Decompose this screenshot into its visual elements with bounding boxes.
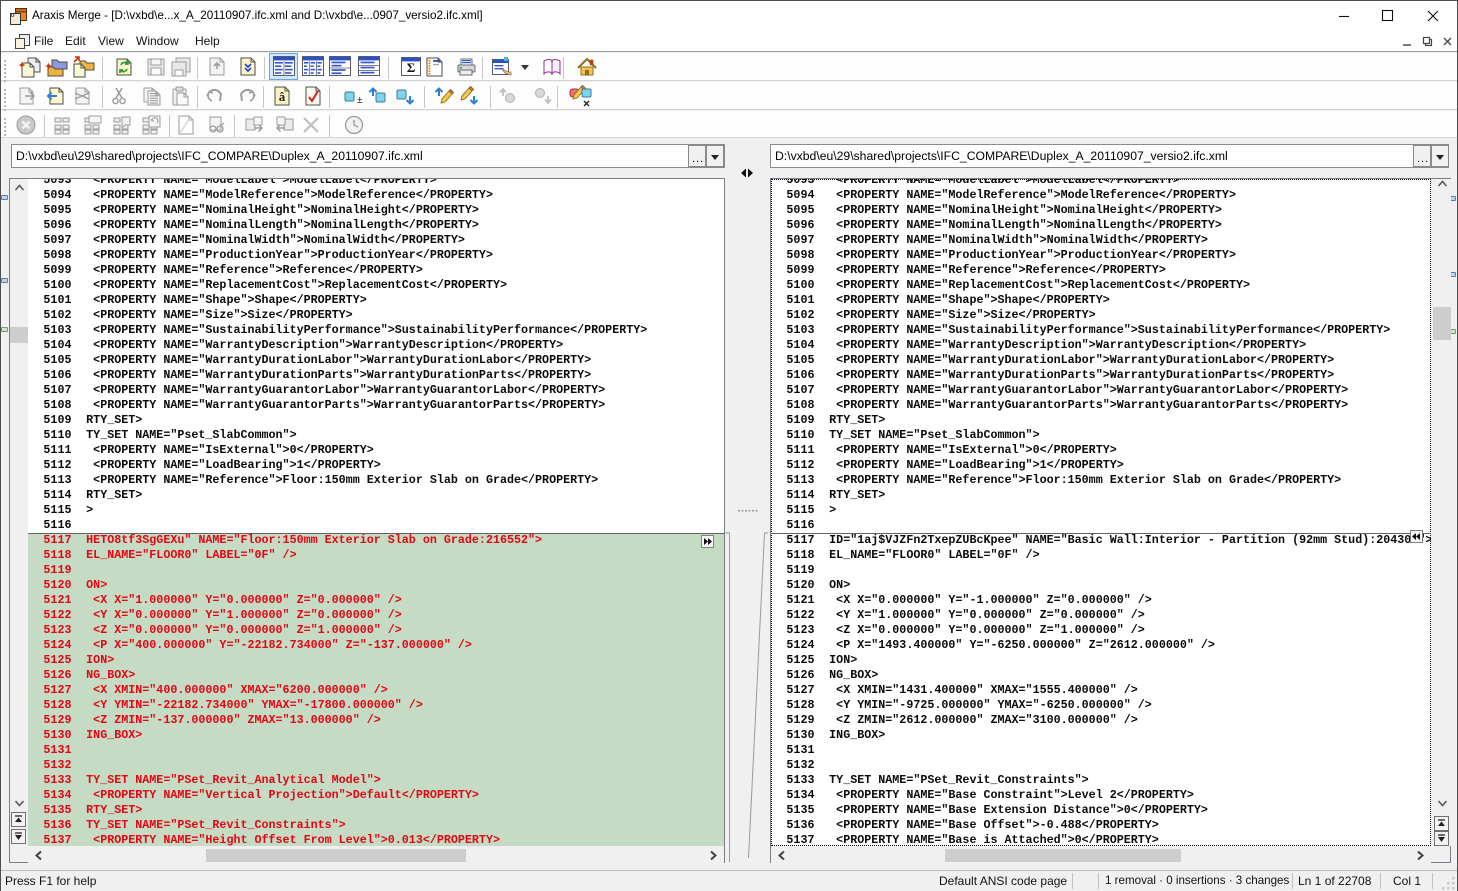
svg-text:Σ: Σ xyxy=(407,60,416,75)
svg-text:â: â xyxy=(279,89,286,104)
svg-text:±: ± xyxy=(357,95,363,106)
